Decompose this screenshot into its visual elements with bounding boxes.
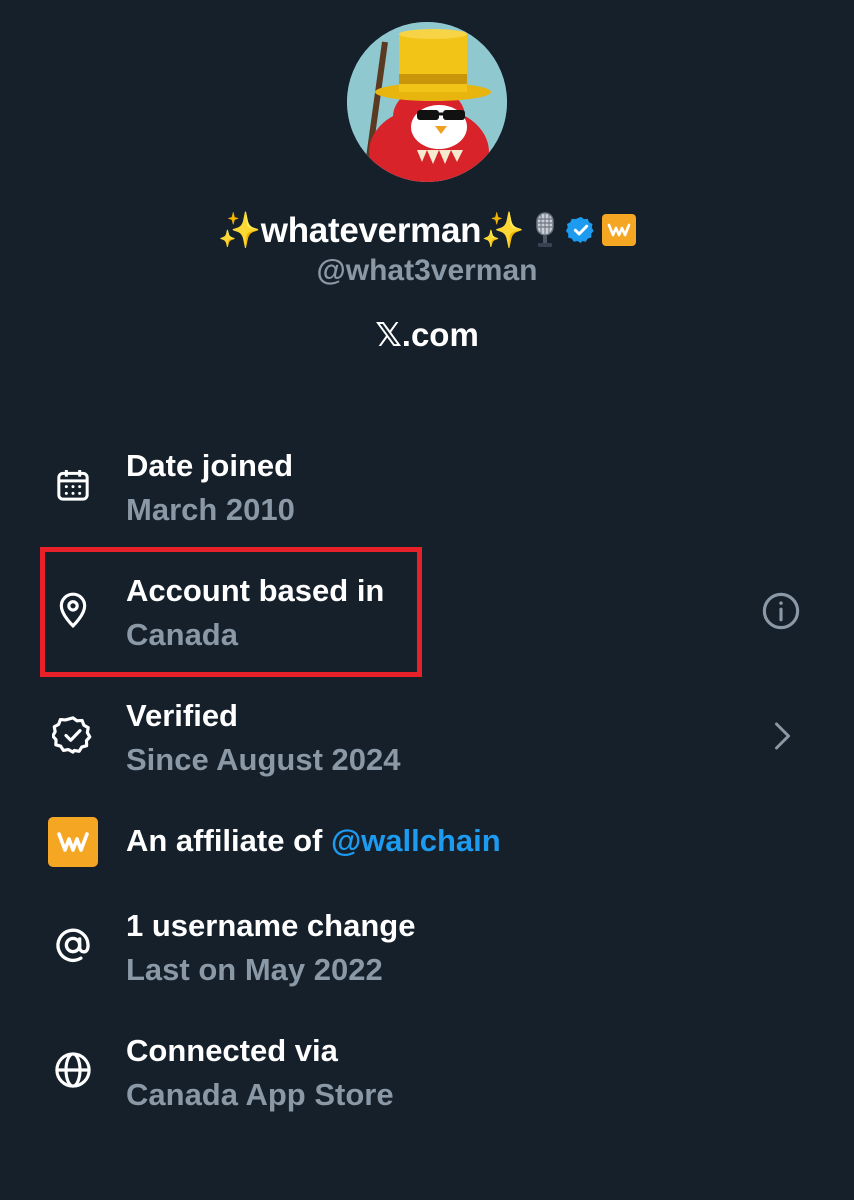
account-based-in-title: Account based in <box>126 573 385 608</box>
date-joined-row: Date joined March 2010 <box>0 440 854 540</box>
verified-title: Verified <box>126 698 238 733</box>
affiliate-link[interactable]: @wallchain <box>331 823 501 858</box>
verified-badge-icon[interactable] <box>566 215 596 245</box>
globe-icon <box>50 1047 96 1093</box>
verified-since: Since August 2024 <box>126 742 401 777</box>
profile-about-page: ✨whateverman✨ @what3verman 𝕏.com Date jo… <box>0 0 854 1200</box>
wallchain-logo-icon[interactable] <box>48 817 98 867</box>
connected-via-value: Canada App Store <box>126 1077 394 1112</box>
affiliate-row: An affiliate of @wallchain <box>0 815 854 875</box>
profile-avatar[interactable] <box>347 22 507 182</box>
cartoon-bird-top-hat-avatar <box>347 22 507 182</box>
username-change-row: 1 username change Last on May 2022 <box>0 900 854 1000</box>
account-based-in-value: Canada <box>126 617 238 652</box>
date-joined-title: Date joined <box>126 448 294 483</box>
profile-handle: @what3verman <box>316 254 538 287</box>
date-joined-value: March 2010 <box>126 492 295 527</box>
connected-via-title: Connected via <box>126 1033 338 1068</box>
location-pin-icon <box>50 587 96 633</box>
at-sign-icon <box>50 922 96 968</box>
account-based-in-row: Account based in Canada <box>0 565 854 665</box>
calendar-icon <box>50 462 96 508</box>
affiliate-prefix: An affiliate of <box>126 823 331 858</box>
username-change-title: 1 username change <box>126 908 416 943</box>
chevron-right-icon[interactable] <box>758 713 804 759</box>
microphone-emoji <box>530 211 560 249</box>
affiliate-badge-icon[interactable] <box>602 214 637 246</box>
display-name: ✨whateverman✨ <box>217 210 525 250</box>
username-change-last: Last on May 2022 <box>126 952 383 987</box>
info-icon[interactable] <box>758 588 804 634</box>
display-name-row: ✨whateverman✨ <box>0 204 854 256</box>
verified-row[interactable]: Verified Since August 2024 <box>0 690 854 790</box>
verified-check-icon <box>50 712 96 758</box>
connected-via-row: Connected via Canada App Store <box>0 1025 854 1125</box>
affiliate-text: An affiliate of @wallchain <box>126 823 501 859</box>
profile-website-link[interactable]: 𝕏.com <box>0 315 854 354</box>
